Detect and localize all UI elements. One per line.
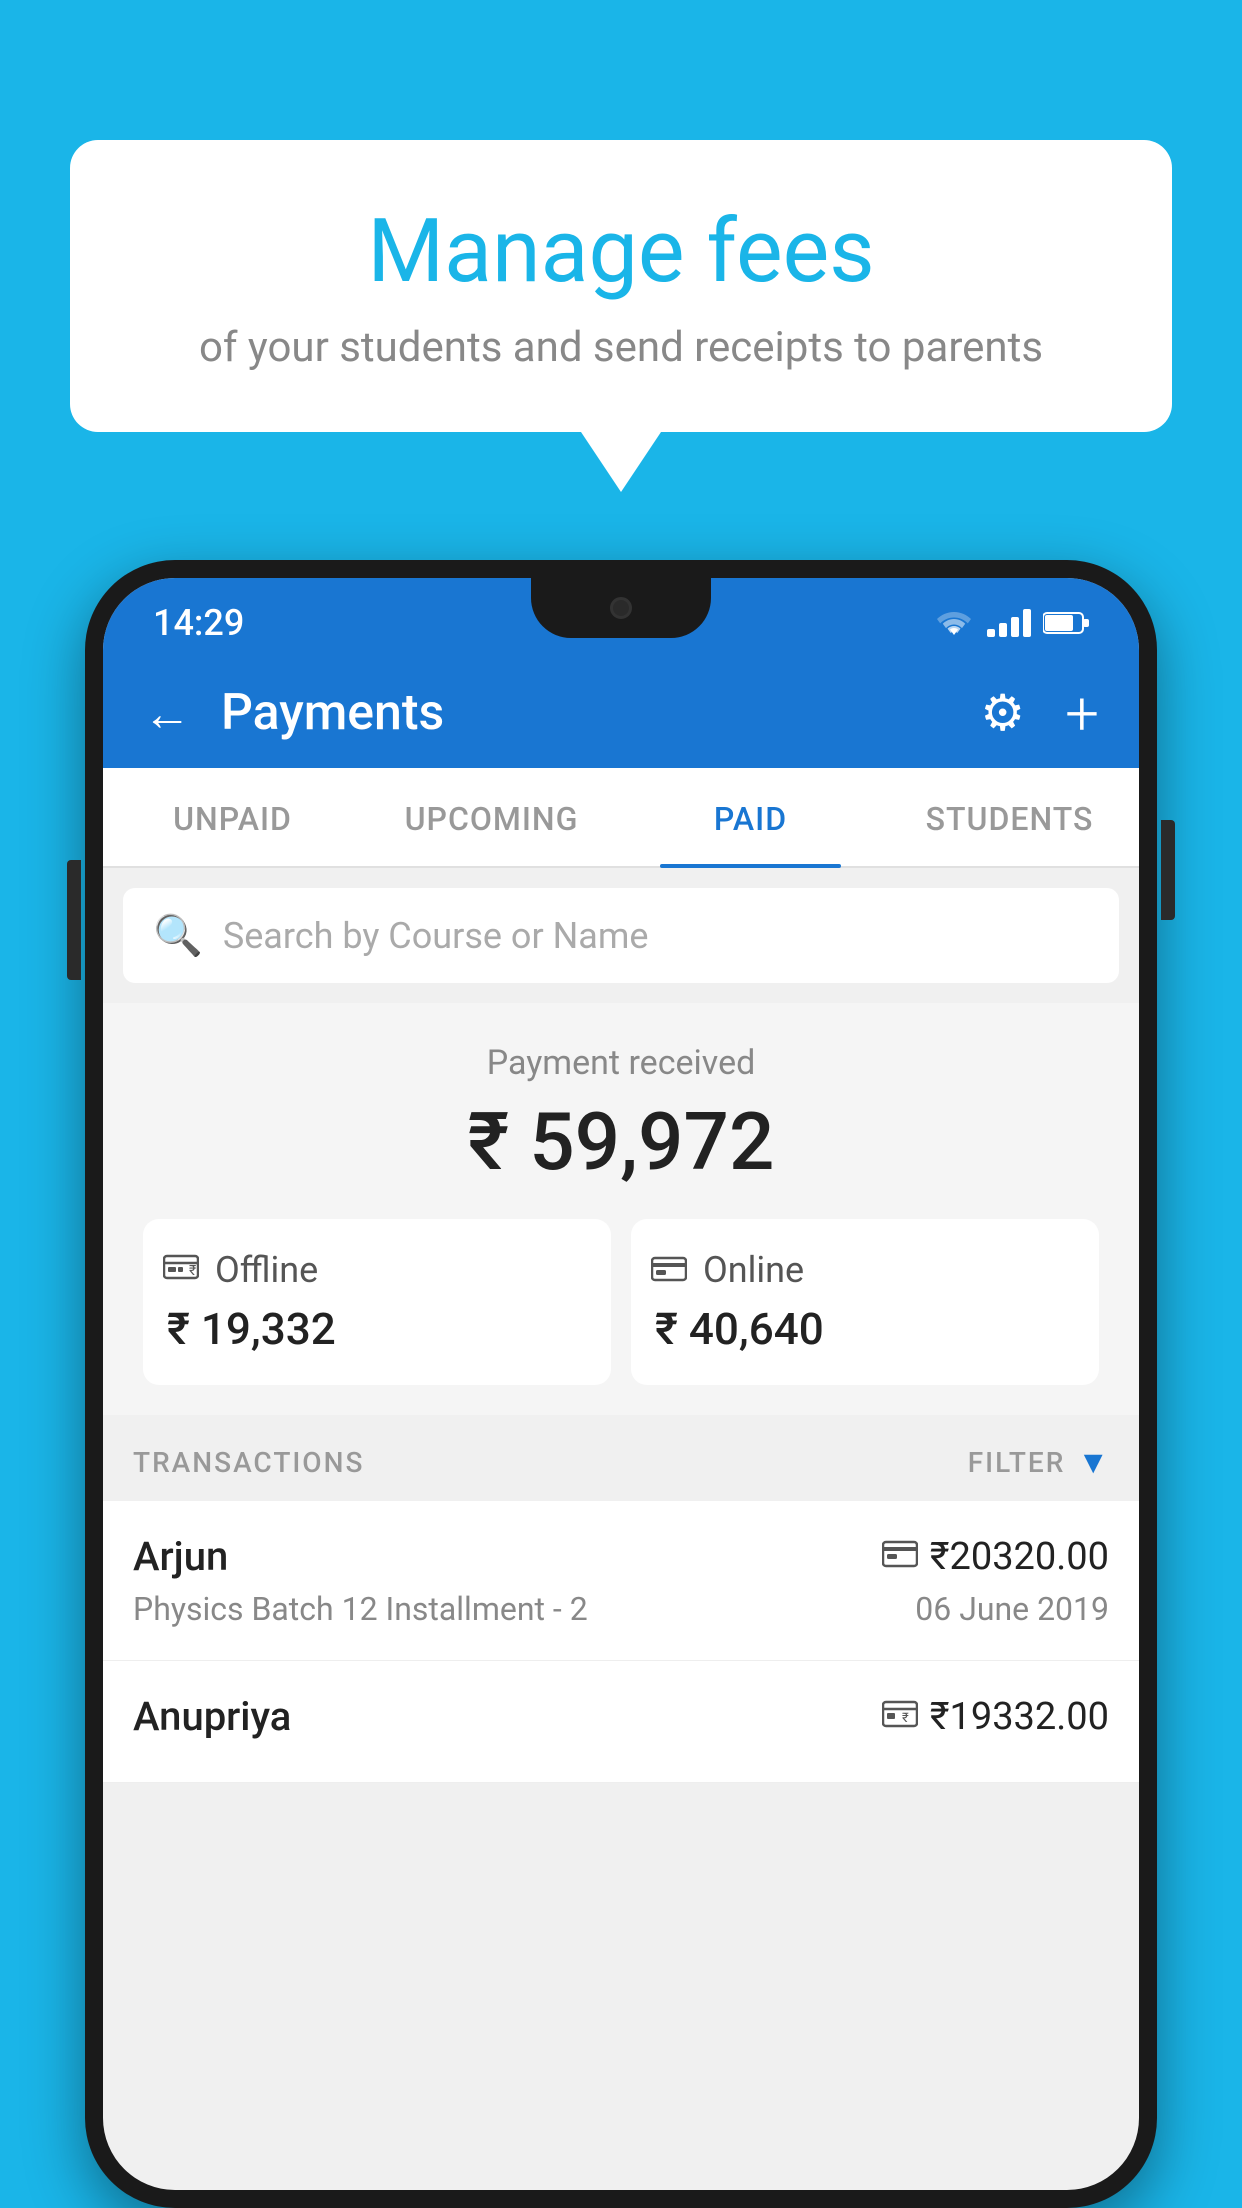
tab-students[interactable]: STUDENTS	[880, 768, 1139, 866]
status-time: 14:29	[153, 602, 244, 644]
transactions-header: TRANSACTIONS FILTER ▼	[103, 1415, 1139, 1501]
transaction-name: Anupriya	[133, 1693, 291, 1740]
wifi-icon	[933, 607, 975, 639]
svg-text:₹: ₹	[902, 1711, 909, 1726]
payment-summary: Payment received ₹ 59,972	[103, 1003, 1139, 1415]
tab-unpaid[interactable]: UNPAID	[103, 768, 362, 866]
back-button[interactable]: ←	[143, 685, 191, 742]
signal-icon	[987, 609, 1031, 637]
tab-paid[interactable]: PAID	[621, 768, 880, 866]
tab-upcoming[interactable]: UPCOMING	[362, 768, 621, 866]
speech-bubble: Manage fees of your students and send re…	[70, 140, 1172, 432]
online-label: Online	[703, 1249, 804, 1291]
speech-bubble-tail	[581, 432, 661, 492]
content-area: 🔍 Search by Course or Name Payment recei…	[103, 868, 1139, 1783]
transaction-amount: ₹19332.00	[930, 1695, 1109, 1739]
battery-icon	[1043, 610, 1089, 636]
phone-outer: 14:29	[85, 560, 1157, 2208]
search-input[interactable]: Search by Course or Name	[223, 915, 649, 957]
online-payment-card: Online ₹ 40,640	[631, 1219, 1099, 1385]
camera	[610, 597, 632, 619]
transaction-detail: Physics Batch 12 Installment - 2	[133, 1590, 588, 1628]
phone-notch	[531, 578, 711, 638]
transaction-row-top: Anupriya ₹ ₹19332.00	[133, 1693, 1109, 1740]
offline-icon: ₹	[163, 1249, 199, 1291]
transaction-date: 06 June 2019	[915, 1590, 1109, 1628]
online-icon	[651, 1249, 687, 1291]
search-icon: 🔍	[153, 912, 203, 959]
svg-text:₹: ₹	[189, 1263, 196, 1279]
offline-card-header: ₹ Offline	[163, 1249, 591, 1291]
transaction-amount-wrap: ₹20320.00	[882, 1535, 1109, 1579]
app-header: ← Payments ⚙ +	[103, 658, 1139, 768]
payment-cards: ₹ Offline ₹ 19,332	[143, 1219, 1099, 1385]
speech-bubble-container: Manage fees of your students and send re…	[70, 140, 1172, 492]
offline-payment-icon: ₹	[882, 1698, 918, 1736]
status-icons	[933, 607, 1089, 639]
speech-bubble-title: Manage fees	[150, 200, 1092, 303]
filter-label: FILTER	[968, 1446, 1066, 1479]
transaction-row-top: Arjun ₹20320.00	[133, 1533, 1109, 1580]
online-amount: ₹ 40,640	[651, 1303, 1079, 1355]
transaction-row[interactable]: Anupriya ₹ ₹19332.00	[103, 1661, 1139, 1783]
phone-screen: 14:29	[103, 578, 1139, 2190]
add-button[interactable]: +	[1065, 678, 1099, 749]
header-right: ⚙ +	[980, 678, 1099, 749]
transaction-amount-wrap: ₹ ₹19332.00	[882, 1695, 1109, 1739]
transaction-row[interactable]: Arjun ₹20320.00	[103, 1501, 1139, 1661]
settings-icon[interactable]: ⚙	[980, 684, 1025, 743]
transactions-label: TRANSACTIONS	[133, 1446, 364, 1479]
transaction-amount: ₹20320.00	[930, 1535, 1109, 1579]
filter-section[interactable]: FILTER ▼	[968, 1443, 1109, 1481]
filter-icon: ▼	[1077, 1443, 1109, 1481]
offline-payment-card: ₹ Offline ₹ 19,332	[143, 1219, 611, 1385]
speech-bubble-subtitle: of your students and send receipts to pa…	[150, 323, 1092, 372]
transaction-name: Arjun	[133, 1533, 228, 1580]
transaction-row-bottom: Physics Batch 12 Installment - 2 06 June…	[133, 1590, 1109, 1628]
offline-label: Offline	[215, 1249, 318, 1291]
header-title: Payments	[221, 684, 444, 742]
payment-total-amount: ₹ 59,972	[133, 1095, 1109, 1189]
payment-received-label: Payment received	[133, 1043, 1109, 1083]
online-card-header: Online	[651, 1249, 1079, 1291]
phone-container: 14:29	[85, 560, 1157, 2208]
search-bar[interactable]: 🔍 Search by Course or Name	[123, 888, 1119, 983]
card-payment-icon	[882, 1538, 918, 1576]
header-left: ← Payments	[143, 684, 444, 742]
tabs-bar: UNPAID UPCOMING PAID STUDENTS	[103, 768, 1139, 868]
offline-amount: ₹ 19,332	[163, 1303, 591, 1355]
